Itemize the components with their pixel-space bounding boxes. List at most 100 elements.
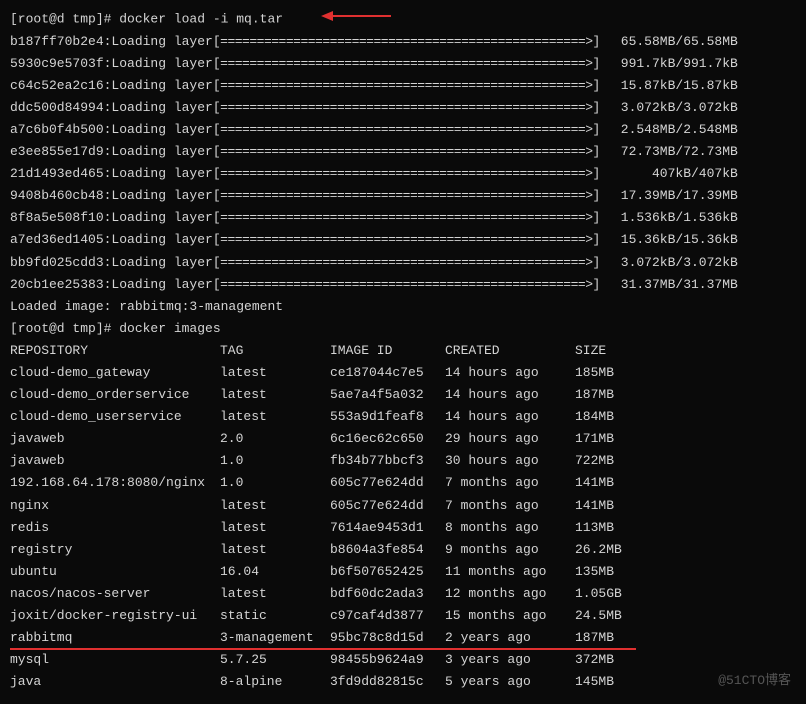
size-cell: 185MB — [575, 362, 645, 384]
created-cell: 3 years ago — [445, 649, 575, 671]
image-id-cell: 605c77e624dd — [330, 472, 445, 494]
repo-cell: registry — [10, 539, 220, 561]
size-cell: 113MB — [575, 517, 645, 539]
table-row: nginxlatest605c77e624dd7 months ago141MB — [10, 495, 796, 517]
layer-size: 407kB/407kB — [608, 163, 738, 185]
layer-hash: bb9fd025cdd3: — [10, 252, 111, 274]
created-cell: 5 years ago — [445, 671, 575, 693]
shell-prompt: [root@d tmp]# — [10, 11, 119, 26]
layer-size: 72.73MB/72.73MB — [608, 141, 738, 163]
layer-label: Loading layer — [111, 229, 212, 251]
image-id-cell: 553a9d1feaf8 — [330, 406, 445, 428]
tag-cell: 8-alpine — [220, 671, 330, 693]
repo-cell: cloud-demo_orderservice — [10, 384, 220, 406]
size-cell: 145MB — [575, 671, 645, 693]
tag-cell: 1.0 — [220, 450, 330, 472]
image-id-cell: 605c77e624dd — [330, 495, 445, 517]
size-cell: 184MB — [575, 406, 645, 428]
layer-row: b187ff70b2e4: Loading layer [===========… — [10, 31, 796, 53]
repo-cell: rabbitmq — [10, 627, 220, 649]
progress-bar: [=======================================… — [213, 141, 600, 163]
progress-bar: [=======================================… — [213, 274, 600, 296]
layer-hash: 21d1493ed465: — [10, 163, 111, 185]
tag-cell: latest — [220, 517, 330, 539]
layer-label: Loading layer — [111, 53, 212, 75]
table-row: javaweb1.0fb34b77bbcf330 hours ago722MB — [10, 450, 796, 472]
layer-hash: 5930c9e5703f: — [10, 53, 111, 75]
size-cell: 187MB — [575, 627, 645, 649]
created-cell: 14 hours ago — [445, 362, 575, 384]
created-cell: 12 months ago — [445, 583, 575, 605]
progress-bar: [=======================================… — [213, 185, 600, 207]
created-cell: 29 hours ago — [445, 428, 575, 450]
header-size: SIZE — [575, 340, 645, 362]
layer-hash: ddc500d84994: — [10, 97, 111, 119]
tag-cell: 1.0 — [220, 472, 330, 494]
loaded-image-line: Loaded image: rabbitmq:3-management — [10, 296, 796, 318]
highlight-underline — [10, 648, 636, 650]
image-id-cell: fb34b77bbcf3 — [330, 450, 445, 472]
layer-size: 65.58MB/65.58MB — [608, 31, 738, 53]
table-row: cloud-demo_orderservicelatest5ae7a4f5a03… — [10, 384, 796, 406]
layer-label: Loading layer — [111, 185, 212, 207]
created-cell: 9 months ago — [445, 539, 575, 561]
tag-cell: 2.0 — [220, 428, 330, 450]
created-cell: 30 hours ago — [445, 450, 575, 472]
layer-row: a7c6b0f4b500: Loading layer [===========… — [10, 119, 796, 141]
layer-row: ddc500d84994: Loading layer [===========… — [10, 97, 796, 119]
layer-hash: 8f8a5e508f10: — [10, 207, 111, 229]
tag-cell: latest — [220, 495, 330, 517]
table-row: nacos/nacos-serverlatestbdf60dc2ada312 m… — [10, 583, 796, 605]
image-id-cell: 6c16ec62c650 — [330, 428, 445, 450]
image-id-cell: c97caf4d3877 — [330, 605, 445, 627]
watermark: @51CTO博客 — [718, 670, 791, 692]
repo-cell: nacos/nacos-server — [10, 583, 220, 605]
layer-size: 2.548MB/2.548MB — [608, 119, 738, 141]
layer-label: Loading layer — [111, 207, 212, 229]
table-row: javaweb2.06c16ec62c65029 hours ago171MB — [10, 428, 796, 450]
arrow-annotation-icon — [321, 8, 391, 30]
size-cell: 141MB — [575, 472, 645, 494]
repo-cell: javaweb — [10, 450, 220, 472]
progress-bar: [=======================================… — [213, 207, 600, 229]
header-image-id: IMAGE ID — [330, 340, 445, 362]
repo-cell: mysql — [10, 649, 220, 671]
layer-row: 9408b460cb48: Loading layer [===========… — [10, 185, 796, 207]
size-cell: 1.05GB — [575, 583, 645, 605]
layer-size: 31.37MB/31.37MB — [608, 274, 738, 296]
shell-prompt: [root@d tmp]# — [10, 321, 119, 336]
layer-size: 15.36kB/15.36kB — [608, 229, 738, 251]
size-cell: 26.2MB — [575, 539, 645, 561]
layer-hash: e3ee855e17d9: — [10, 141, 111, 163]
repo-cell: redis — [10, 517, 220, 539]
layer-hash: b187ff70b2e4: — [10, 31, 111, 53]
progress-bar: [=======================================… — [213, 75, 600, 97]
repo-cell: 192.168.64.178:8080/nginx — [10, 472, 220, 494]
size-cell: 141MB — [575, 495, 645, 517]
layers-output: b187ff70b2e4: Loading layer [===========… — [10, 31, 796, 296]
table-row: cloud-demo_gatewaylatestce187044c7e514 h… — [10, 362, 796, 384]
command-line-1: [root@d tmp]# docker load -i mq.tar — [10, 8, 796, 31]
command-line-2: [root@d tmp]# docker images — [10, 318, 796, 340]
layer-hash: a7ed36ed1405: — [10, 229, 111, 251]
layer-size: 1.536kB/1.536kB — [608, 207, 738, 229]
size-cell: 187MB — [575, 384, 645, 406]
created-cell: 8 months ago — [445, 517, 575, 539]
progress-bar: [=======================================… — [213, 97, 600, 119]
layer-row: 21d1493ed465: Loading layer [===========… — [10, 163, 796, 185]
created-cell: 14 hours ago — [445, 384, 575, 406]
repo-cell: cloud-demo_userservice — [10, 406, 220, 428]
layer-size: 3.072kB/3.072kB — [608, 252, 738, 274]
image-id-cell: 3fd9dd82815c — [330, 671, 445, 693]
table-row: rabbitmq3-management95bc78c8d15d2 years … — [10, 627, 796, 649]
progress-bar: [=======================================… — [213, 119, 600, 141]
table-row: mysql5.7.2598455b9624a93 years ago372MB — [10, 649, 796, 671]
image-id-cell: b8604a3fe854 — [330, 539, 445, 561]
command-text: docker images — [119, 321, 220, 336]
created-cell: 15 months ago — [445, 605, 575, 627]
image-id-cell: 98455b9624a9 — [330, 649, 445, 671]
images-table-body: cloud-demo_gatewaylatestce187044c7e514 h… — [10, 362, 796, 693]
layer-row: bb9fd025cdd3: Loading layer [===========… — [10, 252, 796, 274]
table-row: cloud-demo_userservicelatest553a9d1feaf8… — [10, 406, 796, 428]
layer-label: Loading layer — [111, 119, 212, 141]
